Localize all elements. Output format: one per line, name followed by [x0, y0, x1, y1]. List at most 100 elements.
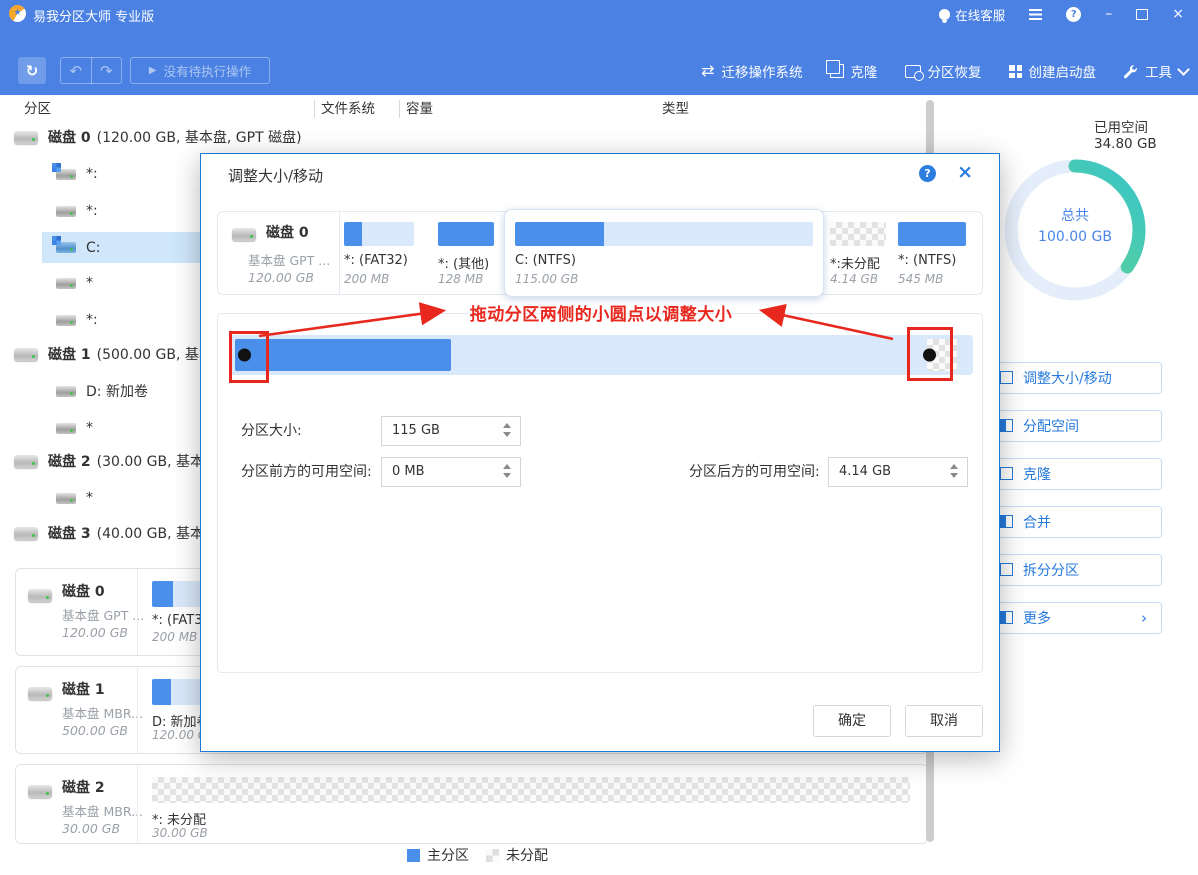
tree-disk-0[interactable]: 磁盘 0 (120.00 GB, 基本盘, GPT 磁盘) [14, 123, 894, 151]
used-space-label: 已用空间 [1094, 116, 1148, 136]
donut-center-text: 总共 100.00 GB [1015, 206, 1135, 248]
unallocated-bar [830, 222, 886, 246]
action-more[interactable]: 更多 › [988, 602, 1162, 634]
space-before-input[interactable]: 0 MB [381, 457, 521, 487]
partition-bar-fill [898, 222, 966, 246]
online-support-button[interactable]: 在线客服 [939, 5, 1005, 24]
dialog-help-icon[interactable]: ? [919, 165, 936, 182]
legend-primary-label: 主分区 [427, 845, 469, 865]
partition-bar [438, 222, 494, 246]
action-resize-move[interactable]: 调整大小/移动 [988, 362, 1162, 394]
disk-icon [28, 785, 52, 798]
redo-button[interactable]: ↷ [92, 62, 122, 80]
resize-slider-track[interactable] [229, 335, 973, 375]
partition-icon [56, 493, 76, 504]
disk-icon [14, 455, 38, 468]
refresh-button[interactable]: ↻ [18, 57, 46, 84]
partition-icon [56, 423, 76, 434]
map-partition-ntfs2[interactable]: *: (NTFS) 545 MB [898, 212, 982, 294]
partition-label: D: 新加卷 [86, 381, 148, 401]
partition-bar-fill [344, 222, 362, 246]
create-boot-disk-button[interactable]: 创建启动盘 [1009, 61, 1097, 81]
windows-badge-icon [52, 236, 61, 245]
operations-list-icon[interactable] [1029, 9, 1042, 20]
partition-size: 200 MB [152, 630, 197, 644]
action-label: 更多 [1023, 608, 1051, 628]
close-button[interactable]: × [1172, 7, 1184, 21]
spin-down-icon[interactable] [950, 473, 958, 478]
minimize-button[interactable]: – [1105, 7, 1112, 21]
resize-move-dialog: 调整大小/移动 ? × 磁盘 0 基本盘 GPT ... 120.00 GB *… [200, 153, 1000, 752]
spin-down-icon[interactable] [503, 432, 511, 437]
partition-label: *:未分配 [830, 253, 880, 272]
divider [137, 667, 138, 753]
primary-partition-swatch [407, 849, 420, 862]
merge-icon [1000, 515, 1013, 528]
undo-button[interactable]: ↶ [61, 62, 91, 80]
disk-icon [28, 589, 52, 602]
pending-operations-label: 没有待执行操作 [164, 61, 252, 80]
refresh-icon: ↻ [26, 62, 39, 80]
dialog-close-icon[interactable]: × [957, 161, 973, 183]
map-partition-fat32[interactable]: *: (FAT32) 200 MB [344, 212, 430, 294]
undo-redo-group: ↶ ↷ [60, 57, 122, 84]
partition-size: 115.00 GB [515, 272, 578, 286]
action-clone[interactable]: 克隆 [988, 458, 1162, 490]
boot-disk-icon [1009, 65, 1022, 78]
partition-icon [56, 242, 76, 253]
map-partition-unallocated[interactable]: *:未分配 4.14 GB [830, 212, 894, 294]
disk-card-size: 30.00 GB [62, 821, 120, 836]
partition-bar [515, 222, 813, 246]
ok-button[interactable]: 确定 [813, 705, 891, 737]
disk-type: 基本盘 GPT ... [248, 250, 330, 269]
column-type: 类型 [662, 96, 689, 122]
action-allocate-space[interactable]: 分配空间 [988, 410, 1162, 442]
partition-size-input[interactable]: 115 GB [381, 416, 521, 446]
app-logo-icon: ★ [9, 5, 26, 22]
divider [137, 765, 138, 843]
dialog-title: 调整大小/移动 [228, 165, 323, 186]
spinner-arrows[interactable] [950, 464, 958, 478]
split-icon [1000, 563, 1013, 576]
disk-name: 磁盘 0 [48, 127, 91, 147]
partition-bar-fill [152, 679, 171, 705]
space-before-value: 0 MB [392, 458, 425, 486]
clone-button[interactable]: 克隆 [830, 61, 878, 81]
spin-down-icon[interactable] [503, 473, 511, 478]
partition-recovery-button[interactable]: 分区恢复 [905, 61, 982, 81]
tools-menu-button[interactable]: 工具 [1123, 61, 1188, 81]
migrate-os-button[interactable]: ⇄ 迁移操作系统 [701, 61, 802, 81]
pending-operations-button[interactable]: ▶ 没有待执行操作 [130, 57, 270, 84]
spinner-arrows[interactable] [503, 423, 511, 437]
disk-card-2[interactable]: 磁盘 2 基本盘 MBR... 30.00 GB *: 未分配 30.00 GB [15, 764, 928, 844]
partition-label: *: [86, 166, 98, 182]
title-bar-controls: 在线客服 ? – × [939, 0, 1184, 28]
space-after-input[interactable]: 4.14 GB [828, 457, 968, 487]
legend-primary: 主分区 [407, 845, 469, 865]
disk-name: 磁盘 1 [48, 344, 91, 364]
unallocated-bar[interactable] [152, 777, 910, 803]
partition-size: 4.14 GB [830, 272, 878, 286]
partition-label: *: (FAT32) [344, 253, 408, 268]
help-icon[interactable]: ? [1066, 7, 1081, 22]
spin-up-icon[interactable] [950, 464, 958, 469]
action-merge[interactable]: 合并 [988, 506, 1162, 538]
action-split-partition[interactable]: 拆分分区 [988, 554, 1162, 586]
spin-up-icon[interactable] [503, 423, 511, 428]
partition-label: * [86, 275, 93, 291]
app-window: ★ 易我分区大师 专业版 在线客服 ? – × ↻ ↶ ↷ ▶ [0, 0, 1198, 875]
space-after-value: 4.14 GB [839, 458, 891, 486]
online-support-label: 在线客服 [955, 5, 1005, 24]
disk-card-size: 500.00 GB [62, 723, 128, 738]
disk-card-name: 磁盘 2 [62, 777, 105, 797]
spin-up-icon[interactable] [503, 464, 511, 469]
disk-card-name: 磁盘 1 [62, 679, 105, 699]
spinner-arrows[interactable] [503, 464, 511, 478]
partition-bar [898, 222, 966, 246]
map-partition-other[interactable]: *: (其他) 128 MB [438, 212, 502, 294]
cancel-button[interactable]: 取消 [905, 705, 983, 737]
partition-size-value: 115 GB [392, 417, 440, 445]
clone-label: 克隆 [851, 61, 878, 81]
maximize-button[interactable] [1136, 9, 1148, 20]
map-partition-c-selected[interactable]: C: (NTFS) 115.00 GB [504, 209, 824, 297]
